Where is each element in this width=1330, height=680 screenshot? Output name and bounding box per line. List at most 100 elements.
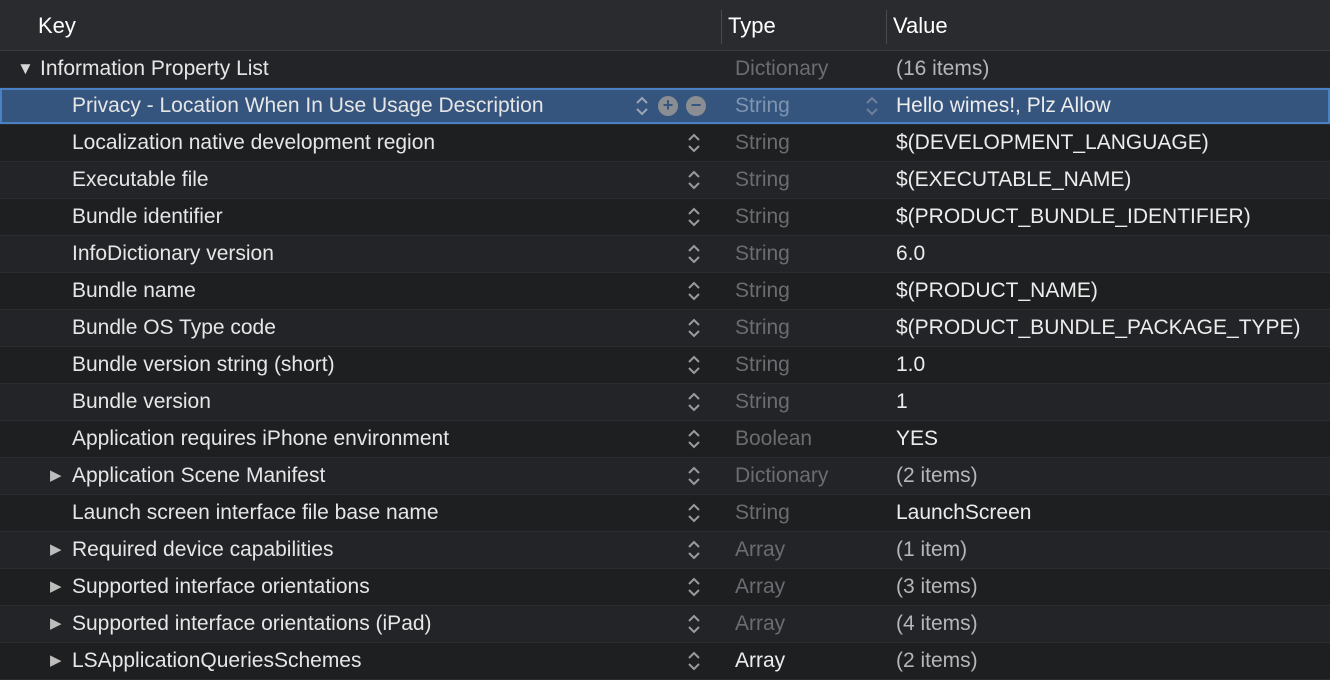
key-stepper-icon[interactable] [686,205,702,229]
value-cell: (3 items) [896,575,978,598]
key-cell[interactable]: Executable file [72,162,209,198]
value-cell[interactable]: $(PRODUCT_BUNDLE_PACKAGE_TYPE) [896,310,1301,346]
key-cell[interactable]: Information Property List [40,51,269,87]
table-row[interactable]: Executable file String $(EXECUTABLE_NAME… [0,162,1330,199]
type-cell[interactable]: Array [735,643,785,679]
table-row[interactable]: Application requires iPhone environment … [0,421,1330,458]
table-row-selected[interactable]: Privacy - Location When In Use Usage Des… [0,88,1330,125]
type-cell[interactable]: Array [735,532,785,568]
disclosure-collapsed-icon[interactable]: ▶ [50,569,62,605]
disclosure-collapsed-icon[interactable]: ▶ [50,532,62,568]
key-stepper-icon[interactable] [686,649,702,673]
table-row[interactable]: Bundle OS Type code String $(PRODUCT_BUN… [0,310,1330,347]
table-row[interactable]: Bundle version string (short) String 1.0 [0,347,1330,384]
key-stepper-icon[interactable] [686,575,702,599]
key-cell[interactable]: InfoDictionary version [72,236,274,272]
value-cell[interactable]: $(PRODUCT_NAME) [896,273,1098,309]
key-stepper-icon[interactable] [686,501,702,525]
column-header: Key Type Value [0,0,1330,51]
value-cell: (4 items) [896,612,978,635]
key-stepper-icon[interactable] [686,131,702,155]
disclosure-collapsed-icon[interactable]: ▶ [50,643,62,679]
type-cell[interactable]: String [735,162,790,198]
type-cell[interactable]: String [735,88,790,124]
value-cell[interactable]: YES [896,421,938,457]
type-cell[interactable]: Boolean [735,421,812,457]
key-stepper-icon[interactable] [634,94,650,118]
property-list: ▼ Information Property List Dictionary (… [0,51,1330,680]
type-cell[interactable]: String [735,384,790,420]
type-column-header[interactable]: Type [728,0,776,50]
key-stepper-icon[interactable] [686,390,702,414]
type-cell[interactable]: String [735,310,790,346]
key-cell[interactable]: Localization native development region [72,125,435,161]
key-cell[interactable]: Bundle OS Type code [72,310,276,346]
table-row[interactable]: Bundle name String $(PRODUCT_NAME) [0,273,1330,310]
value-cell[interactable]: Hello wimes!, Plz Allow [896,88,1111,124]
table-row[interactable]: ▶ Required device capabilities Array (1 … [0,532,1330,569]
type-cell[interactable]: String [735,347,790,383]
key-stepper-icon[interactable] [686,279,702,303]
type-cell[interactable]: Array [735,569,785,605]
key-stepper-icon[interactable] [686,316,702,340]
table-row[interactable]: Localization native development region S… [0,125,1330,162]
value-cell[interactable]: 1.0 [896,347,925,383]
table-row[interactable]: ▶ Supported interface orientations Array… [0,569,1330,606]
value-cell[interactable]: $(EXECUTABLE_NAME) [896,162,1131,198]
value-cell[interactable]: 6.0 [896,236,925,272]
key-cell[interactable]: Supported interface orientations (iPad) [72,606,432,642]
column-divider[interactable] [886,10,887,44]
key-stepper-icon[interactable] [686,168,702,192]
disclosure-collapsed-icon[interactable]: ▶ [50,458,62,494]
key-stepper-icon[interactable] [686,464,702,488]
key-stepper-icon[interactable] [686,353,702,377]
table-row[interactable]: Bundle identifier String $(PRODUCT_BUNDL… [0,199,1330,236]
table-row[interactable]: ▶ Supported interface orientations (iPad… [0,606,1330,643]
key-stepper-icon[interactable] [686,612,702,636]
table-row[interactable]: Launch screen interface file base name S… [0,495,1330,532]
key-cell[interactable]: Required device capabilities [72,532,334,568]
key-cell[interactable]: Application Scene Manifest [72,458,325,494]
key-cell[interactable]: Launch screen interface file base name [72,495,439,531]
value-cell[interactable]: $(PRODUCT_BUNDLE_IDENTIFIER) [896,199,1251,235]
root-row[interactable]: ▼ Information Property List Dictionary (… [0,51,1330,88]
key-cell[interactable]: Privacy - Location When In Use Usage Des… [72,88,544,124]
key-cell[interactable]: Bundle identifier [72,199,223,235]
disclosure-collapsed-icon[interactable]: ▶ [50,606,62,642]
type-cell[interactable]: String [735,236,790,272]
type-cell[interactable]: String [735,273,790,309]
key-cell[interactable]: Bundle version string (short) [72,347,335,383]
key-stepper-icon[interactable] [686,427,702,451]
add-item-button[interactable]: + [658,96,678,116]
value-cell[interactable]: 1 [896,384,908,420]
type-cell[interactable]: Dictionary [735,458,828,494]
table-row[interactable]: InfoDictionary version String 6.0 [0,236,1330,273]
table-row[interactable]: ▶ Application Scene Manifest Dictionary … [0,458,1330,495]
value-cell: (2 items) [896,649,978,672]
value-cell: (16 items) [896,57,990,80]
value-column-header[interactable]: Value [893,0,948,50]
key-cell[interactable]: LSApplicationQueriesSchemes [72,643,362,679]
key-cell[interactable]: Bundle version [72,384,211,420]
value-cell: (2 items) [896,464,978,487]
type-stepper-icon[interactable] [864,94,880,118]
type-cell[interactable]: Array [735,606,785,642]
remove-item-button[interactable]: − [686,96,706,116]
table-row[interactable]: ▶ LSApplicationQueriesSchemes Array (2 i… [0,643,1330,680]
type-cell[interactable]: String [735,495,790,531]
value-cell[interactable]: $(DEVELOPMENT_LANGUAGE) [896,125,1209,161]
value-cell: (1 item) [896,538,968,561]
type-cell[interactable]: String [735,199,790,235]
column-divider[interactable] [721,10,722,44]
disclosure-expanded-icon[interactable]: ▼ [17,51,34,87]
key-cell[interactable]: Application requires iPhone environment [72,421,449,457]
key-stepper-icon[interactable] [686,538,702,562]
type-cell[interactable]: String [735,125,790,161]
key-cell[interactable]: Bundle name [72,273,196,309]
key-cell[interactable]: Supported interface orientations [72,569,370,605]
value-cell[interactable]: LaunchScreen [896,495,1031,531]
type-cell[interactable]: Dictionary [735,51,828,87]
key-column-header[interactable]: Key [38,0,76,50]
key-stepper-icon[interactable] [686,242,702,266]
table-row[interactable]: Bundle version String 1 [0,384,1330,421]
